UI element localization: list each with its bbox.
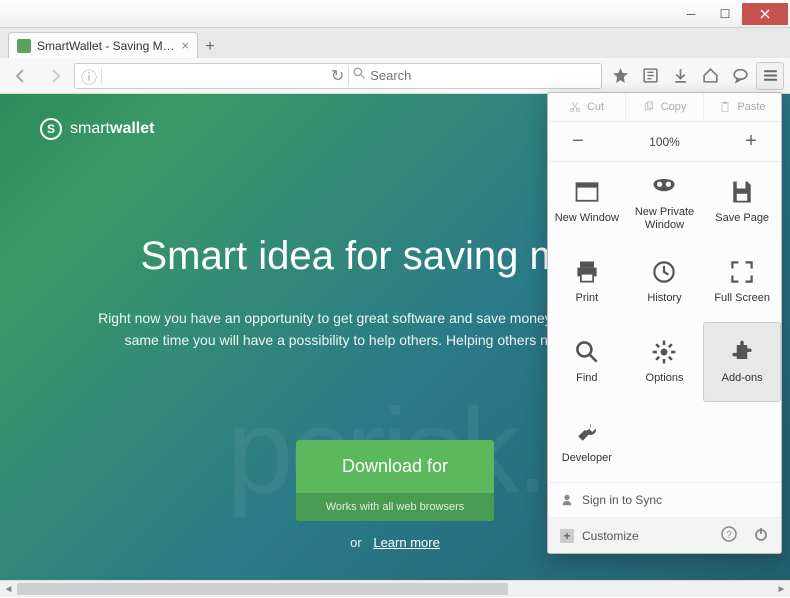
scrollbar-thumb[interactable] [17,583,508,595]
tab-title: SmartWallet - Saving Mon... [37,39,175,53]
power-icon[interactable] [753,526,769,545]
download-subtext: Works with all web browsers [296,493,494,521]
zoom-out-button[interactable]: − [548,122,608,161]
menu-paste[interactable]: Paste [704,93,781,121]
site-brand: S smartwallet [40,118,154,140]
home-icon[interactable] [696,62,724,90]
forward-button[interactable] [40,62,70,90]
help-icon[interactable]: ? [721,526,737,545]
close-button[interactable] [742,3,788,25]
back-button[interactable] [6,62,36,90]
menu-add-ons[interactable]: Add-ons [703,322,781,402]
maximize-button[interactable]: ☐ [708,3,742,25]
hamburger-menu-panel: Cut Copy Paste − 100% + New Window New P… [547,92,782,554]
svg-text:?: ? [726,530,732,541]
reader-icon[interactable] [636,62,664,90]
zoom-level: 100% [608,135,721,149]
downloads-icon[interactable] [666,62,694,90]
zoom-in-button[interactable]: + [721,122,781,161]
tab-favicon [17,39,31,53]
menu-sign-in-sync[interactable]: Sign in to Sync [548,482,781,517]
menu-customize[interactable]: Customize [582,529,639,543]
horizontal-scrollbar[interactable]: ◄ ► [0,580,790,597]
menu-developer[interactable]: Developer [548,402,626,482]
scroll-left-arrow[interactable]: ◄ [0,581,17,598]
brand-logo-icon: S [40,118,62,140]
scroll-right-arrow[interactable]: ► [773,581,790,598]
menu-history[interactable]: History [626,242,704,322]
menu-cut[interactable]: Cut [548,93,626,121]
tab-strip: SmartWallet - Saving Mon... × + [0,28,790,58]
reload-icon[interactable]: ↻ [331,66,344,86]
bookmark-star-icon[interactable] [606,62,634,90]
window-titlebar: ─ ☐ [0,0,790,28]
search-input[interactable] [370,68,595,83]
browser-tab[interactable]: SmartWallet - Saving Mon... × [8,32,198,58]
chat-icon[interactable] [726,62,754,90]
identity-icon: ⓘ [81,64,97,88]
menu-new-window[interactable]: New Window [548,162,626,242]
navigation-toolbar: ⓘ ↻ [0,58,790,94]
menu-find[interactable]: Find [548,322,626,402]
menu-options[interactable]: Options [626,322,704,402]
menu-copy[interactable]: Copy [626,93,704,121]
learn-more-row: or Learn more [296,535,494,550]
download-button[interactable]: Download for [296,440,494,493]
menu-save-page[interactable]: Save Page [703,162,781,242]
menu-print[interactable]: Print [548,242,626,322]
customize-icon: + [560,529,574,543]
cta-section: Download for Works with all web browsers… [296,440,494,550]
search-icon [353,67,366,85]
new-tab-button[interactable]: + [198,36,222,58]
tab-close-icon[interactable]: × [181,38,189,53]
learn-more-link[interactable]: Learn more [373,535,439,550]
url-search-bar[interactable]: ⓘ ↻ [74,63,602,89]
brand-name: smartwallet [70,120,154,138]
menu-full-screen[interactable]: Full Screen [703,242,781,322]
minimize-button[interactable]: ─ [674,3,708,25]
menu-new-private-window[interactable]: New Private Window [626,162,704,242]
